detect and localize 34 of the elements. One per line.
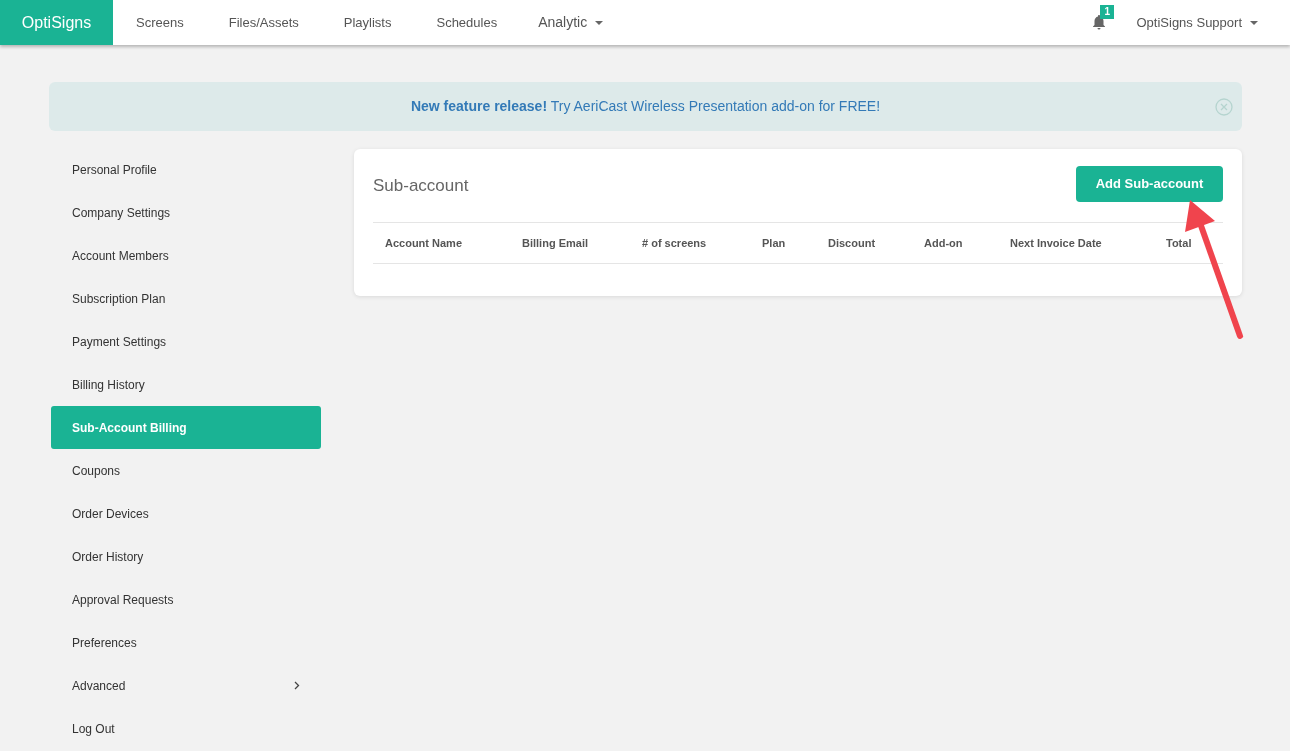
sidebar-item[interactable]: Coupons (51, 449, 321, 492)
column-header: Billing Email (522, 235, 589, 251)
column-header: Add-on (924, 235, 964, 251)
nav-link[interactable]: Screens (136, 12, 184, 33)
sidebar-item[interactable]: Company Settings (51, 191, 321, 234)
column-header: Total (1166, 235, 1193, 251)
nav-link[interactable]: Schedules (436, 12, 498, 33)
sidebar-item[interactable]: Advanced (51, 664, 321, 707)
nav-link[interactable]: Playlists (343, 12, 392, 33)
card-title: Sub-account (373, 174, 469, 197)
banner-text: New feature release! Try AeriCast Wireless Presentation add-on for FREE! (410, 97, 881, 116)
user-menu[interactable]: OptiSigns Support (1136, 12, 1258, 33)
sidebar-item[interactable]: Approval Requests (51, 578, 321, 621)
caret-icon (1250, 20, 1258, 25)
notification-badge: 1 (1100, 5, 1115, 19)
column-header: Next Invoice Date (1010, 235, 1103, 251)
sidebar-item[interactable]: Personal Profile (51, 148, 321, 191)
sidebar-item[interactable]: Billing History (51, 363, 321, 406)
sidebar-item[interactable]: Log Out (51, 707, 321, 750)
sidebar-item[interactable]: Order History (51, 535, 321, 578)
column-header: # of screens (642, 235, 708, 251)
column-header: Discount (828, 235, 877, 251)
nav-link[interactable]: Files/Assets (228, 12, 299, 33)
sidebar-item[interactable]: Payment Settings (51, 320, 321, 363)
sidebar-item[interactable]: Preferences (51, 621, 321, 664)
chevron-right-icon (294, 681, 300, 690)
sidebar-item[interactable]: Order Devices (51, 492, 321, 535)
column-header: Account Name (385, 235, 464, 251)
nav-dropdown[interactable]: Analytic (538, 12, 604, 33)
bell-icon[interactable] (1092, 15, 1107, 30)
sidebar-item[interactable]: Account Members (51, 234, 321, 277)
column-header: Plan (762, 235, 787, 251)
caret-icon (595, 20, 604, 25)
sidebar-item[interactable]: Subscription Plan (51, 277, 321, 320)
